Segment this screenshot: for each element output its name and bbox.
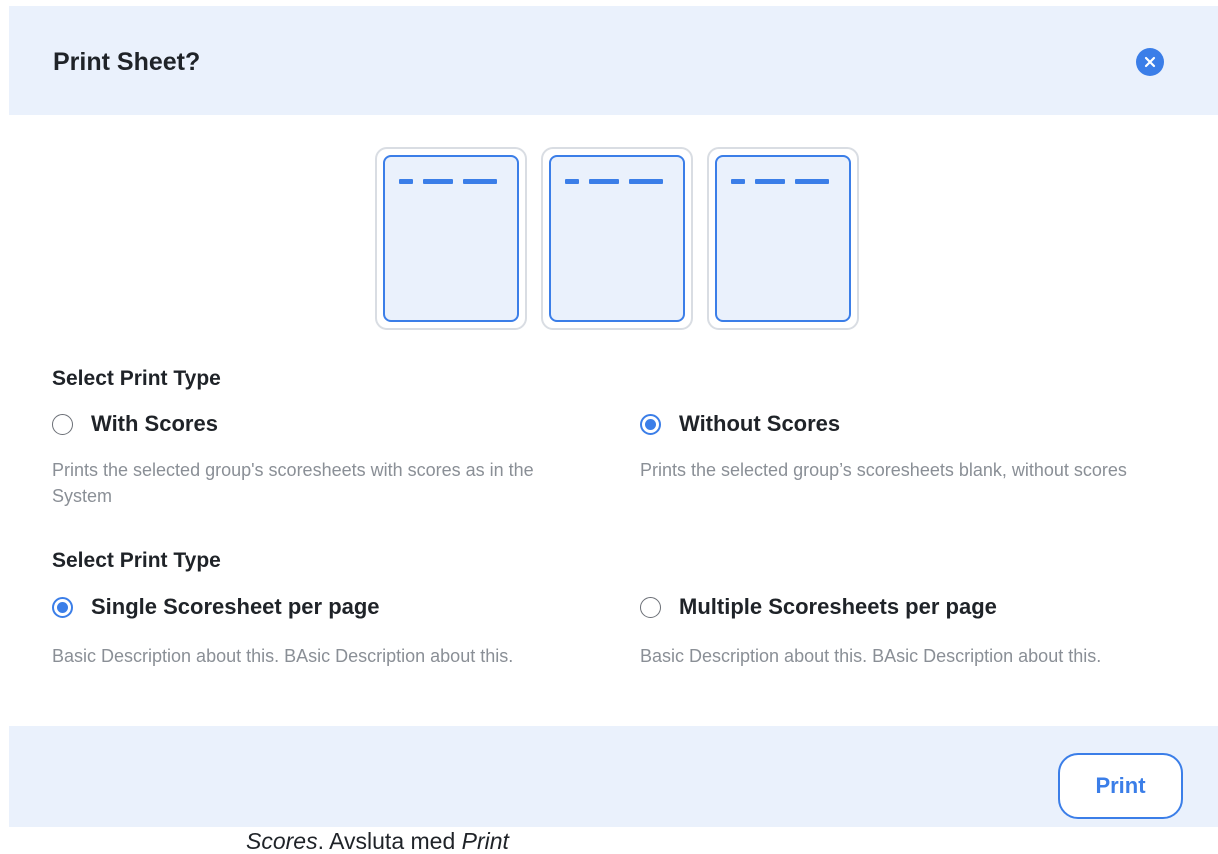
sheet-preview-page [549,155,685,322]
radio-button-selected[interactable] [640,414,661,435]
sheet-preview-2 [541,147,693,330]
print-button[interactable]: Print [1058,753,1183,819]
radio-button-selected[interactable] [52,597,73,618]
caption-text: Scores. Avsluta med Print [246,828,509,854]
print-sheet-dialog: Print Sheet? Select Print Type With Scor… [0,0,1218,854]
sheet-preview-1 [375,147,527,330]
option-description: Basic Description about this. BAsic Desc… [52,646,514,666]
radio-button[interactable] [640,597,661,618]
close-icon [1144,56,1156,68]
radio-button[interactable] [52,414,73,435]
radio-with-scores[interactable]: With Scores [52,410,572,440]
sheet-preview-page [715,155,851,322]
option-label: Without Scores [679,411,841,436]
option-description: Basic Description about this. BAsic Desc… [640,646,1102,666]
option-description: Prints the selected group’s scoresheets … [640,460,1127,480]
caption-body: . Avsluta med [317,828,462,854]
layout-type-label: Select Print Type [52,549,221,572]
sheet-preview-page [383,155,519,322]
dialog-title: Print Sheet? [53,48,201,76]
dialog-header: Print Sheet? [9,6,1218,115]
radio-single-scoresheet[interactable]: Single Scoresheet per page [52,593,592,623]
caption-emphasis: Print [461,828,509,854]
sheet-preview-3 [707,147,859,330]
print-type-label: Select Print Type [52,367,221,390]
caption-emphasis: Scores [246,828,318,854]
option-description: Prints the selected group's scoresheets … [52,460,534,506]
option-label: With Scores [91,411,218,436]
option-label: Single Scoresheet per page [91,594,380,619]
dialog-footer: Print [9,726,1218,827]
option-label: Multiple Scoresheets per page [679,594,997,619]
radio-without-scores[interactable]: Without Scores [640,410,1160,440]
close-button[interactable] [1136,48,1164,76]
radio-multiple-scoresheets[interactable]: Multiple Scoresheets per page [640,593,1180,623]
